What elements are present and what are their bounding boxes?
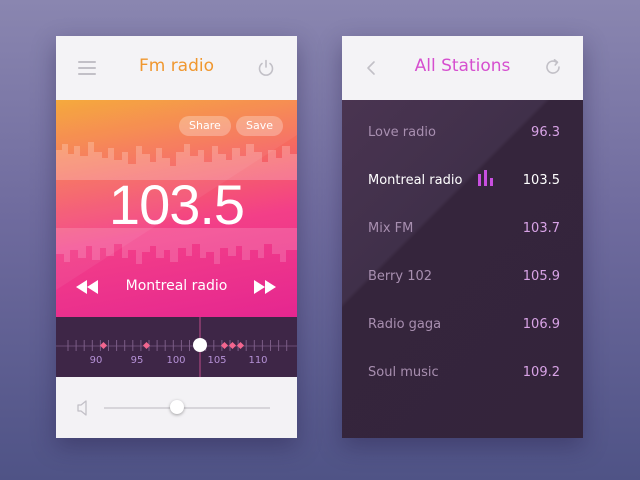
- station-item-name: Soul music: [368, 365, 439, 380]
- station-item-frequency: 105.9: [522, 269, 560, 284]
- volume-icon[interactable]: [76, 400, 90, 416]
- share-button[interactable]: Share: [179, 116, 231, 136]
- now-playing-panel: Share Save 103.5 Montreal radio: [56, 100, 297, 317]
- current-frequency: 103.5: [108, 173, 245, 236]
- equalizer-icon: [478, 170, 493, 186]
- stations-header: All Stations: [342, 36, 583, 100]
- station-item-frequency: 103.5: [522, 173, 560, 188]
- save-button[interactable]: Save: [236, 116, 284, 136]
- volume-bar: [56, 377, 297, 438]
- fast-forward-icon[interactable]: [254, 280, 276, 294]
- stations-card: All Stations Love radio 96.3 Montreal ra…: [342, 36, 583, 438]
- power-icon[interactable]: [256, 58, 276, 78]
- station-item-frequency: 109.2: [522, 365, 560, 380]
- station-item-name: Berry 102: [368, 269, 433, 284]
- radio-player-card: Fm radio Share Save 103.5 Montreal radio: [56, 36, 297, 438]
- station-item[interactable]: Mix FM 103.7: [342, 206, 583, 254]
- station-item-name: Montreal radio: [368, 173, 463, 188]
- station-item-name: Radio gaga: [368, 317, 442, 332]
- volume-slider-handle[interactable]: [170, 400, 185, 414]
- volume-slider[interactable]: [104, 407, 270, 409]
- refresh-icon[interactable]: [544, 58, 562, 76]
- station-item[interactable]: Radio gaga 106.9: [342, 302, 583, 350]
- tuner-station-marker: [99, 341, 108, 350]
- player-header: Fm radio: [56, 36, 297, 100]
- tuner-label: 105: [207, 355, 227, 366]
- station-item-active[interactable]: Montreal radio 103.5: [342, 158, 583, 206]
- tuner-label: 110: [248, 355, 268, 366]
- station-item-frequency: 106.9: [522, 317, 560, 332]
- frequency-tuner[interactable]: 90 95 100 105 110: [56, 317, 297, 377]
- station-list: Love radio 96.3 Montreal radio 103.5 Mix…: [342, 100, 583, 438]
- station-item[interactable]: Berry 102 105.9: [342, 254, 583, 302]
- tuner-scale: [56, 317, 297, 377]
- station-item-name: Mix FM: [368, 221, 414, 236]
- playback-controls: Montreal radio: [56, 272, 297, 302]
- station-item[interactable]: Soul music 109.2: [342, 350, 583, 398]
- tuner-knob[interactable]: [193, 338, 207, 352]
- tuner-label: 90: [89, 355, 103, 366]
- tuner-label: 100: [166, 355, 186, 366]
- station-item-frequency: 96.3: [531, 125, 560, 140]
- station-item[interactable]: Love radio 96.3: [342, 110, 583, 158]
- tuner-label: 95: [130, 355, 144, 366]
- station-item-frequency: 103.7: [522, 221, 560, 236]
- station-item-name: Love radio: [368, 125, 436, 140]
